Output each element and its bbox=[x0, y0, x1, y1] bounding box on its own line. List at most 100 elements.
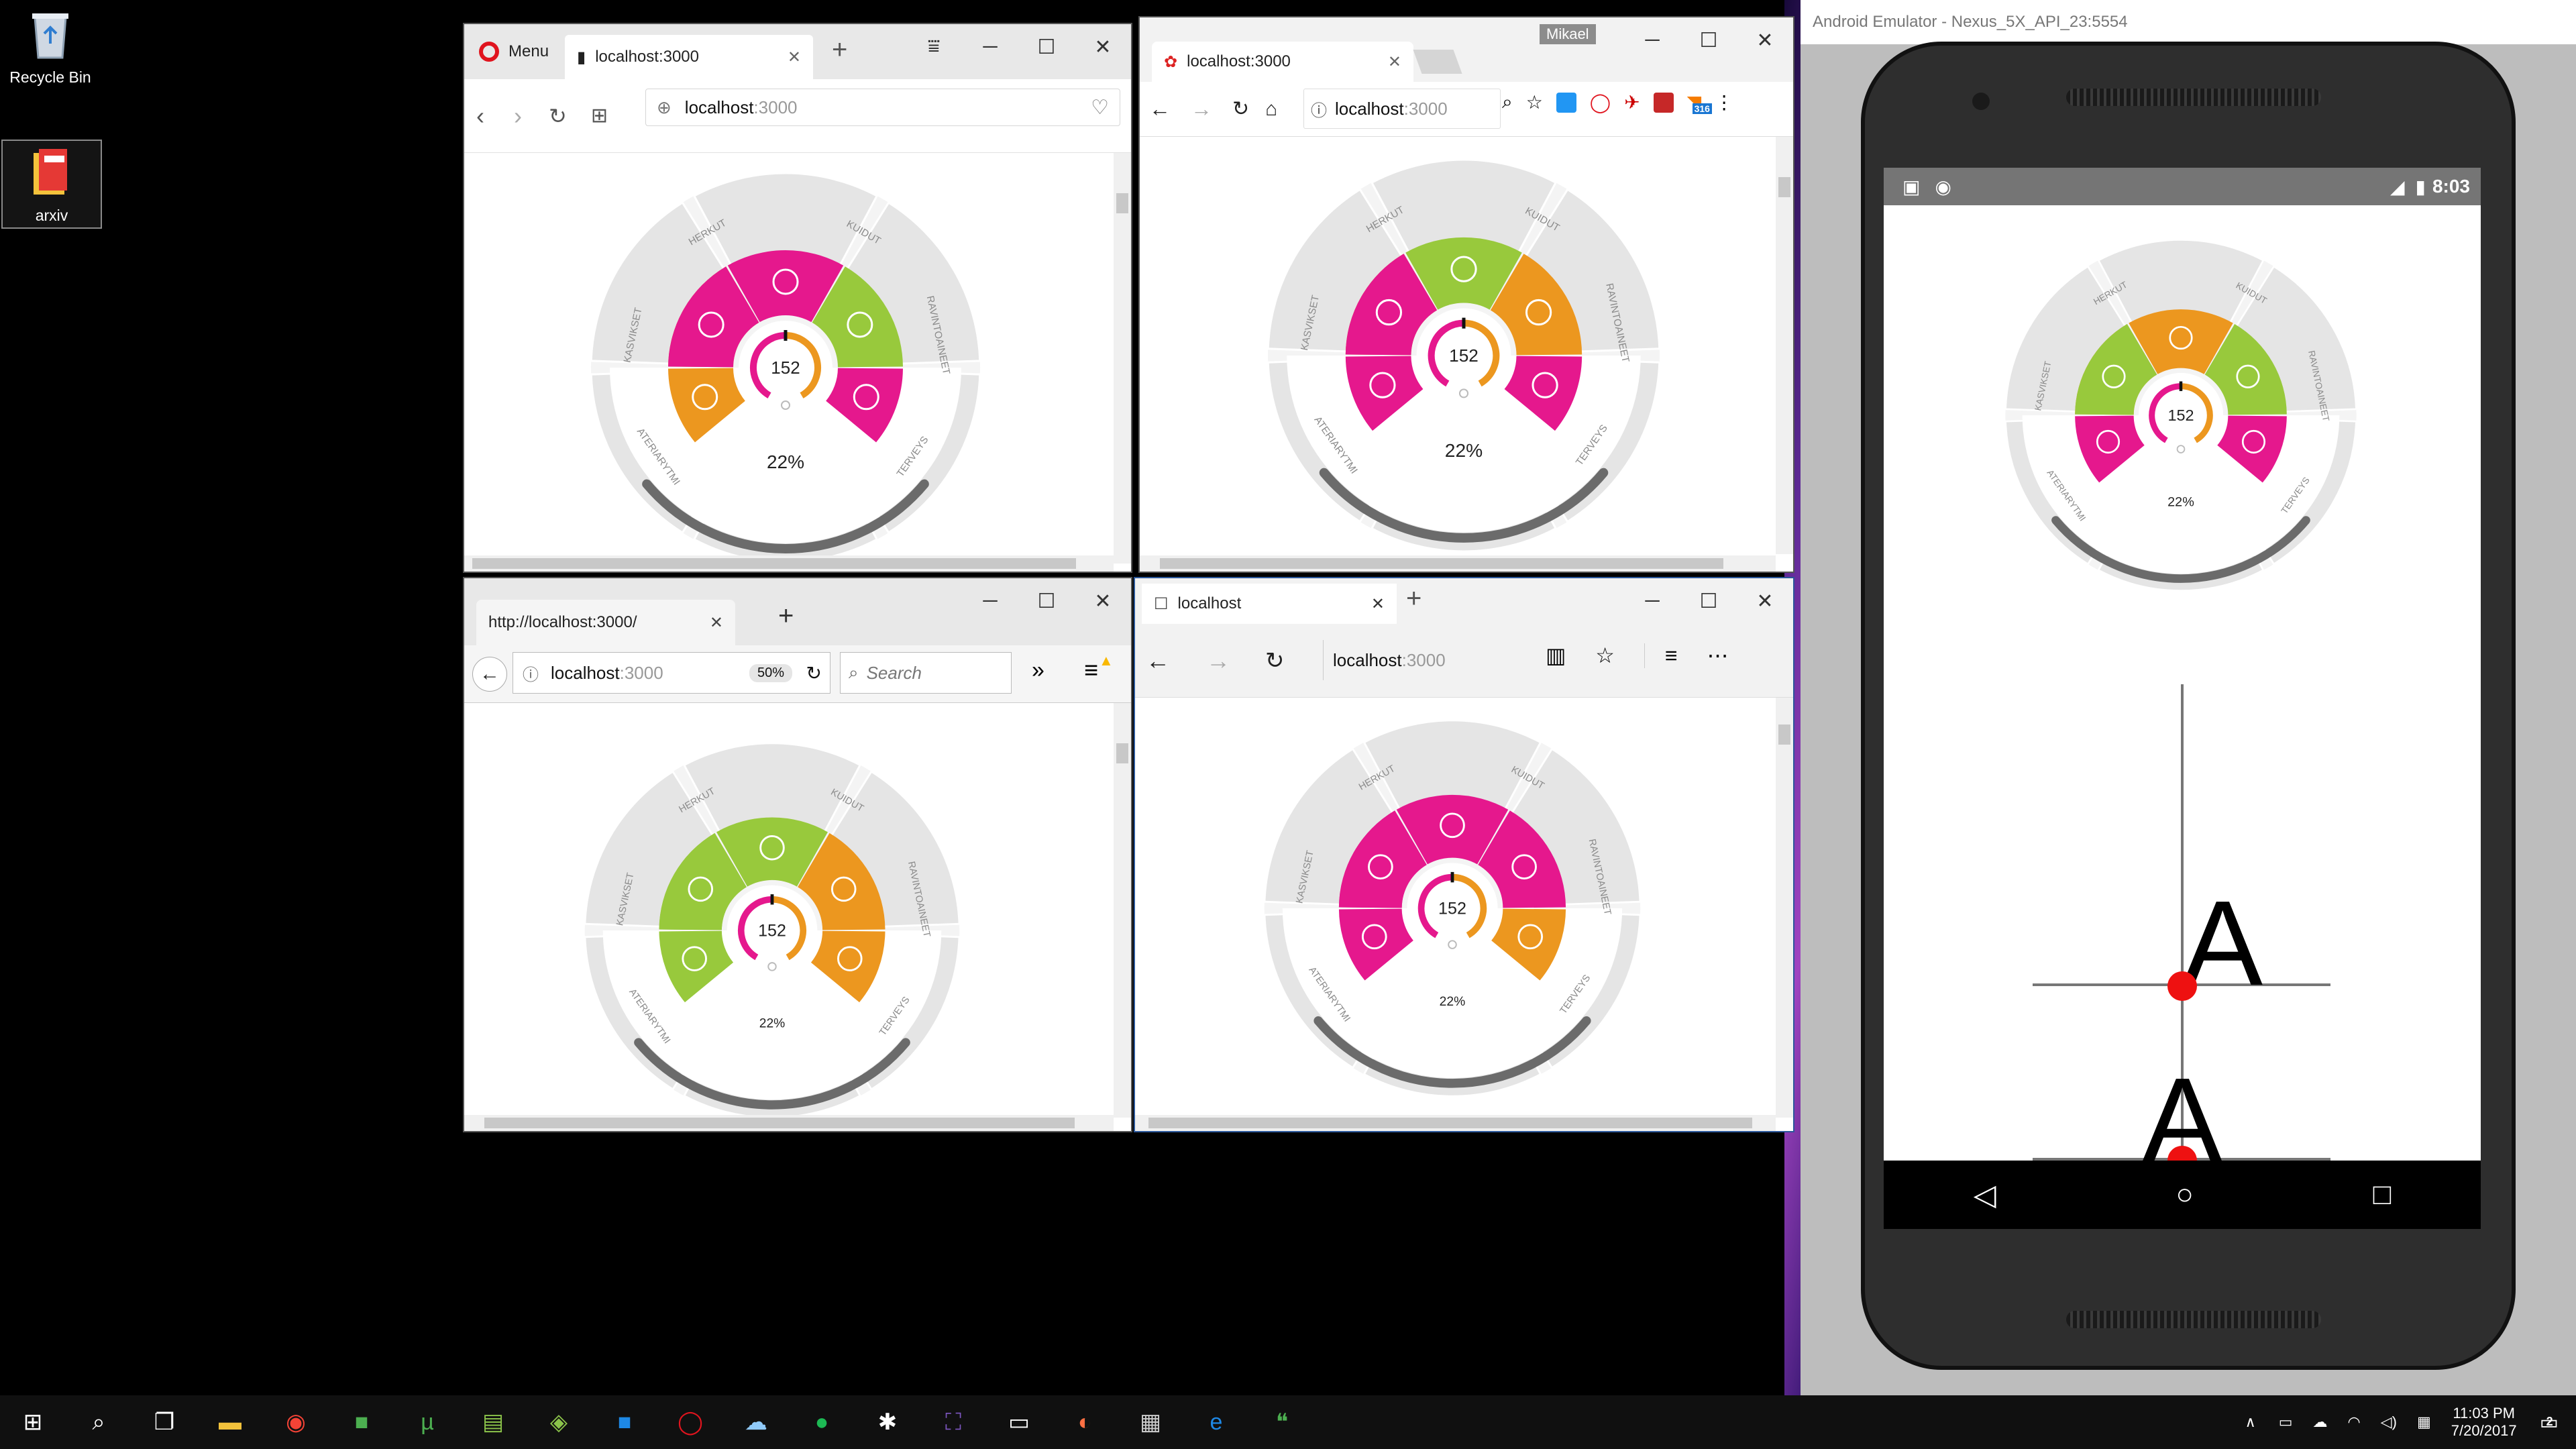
action-center-icon[interactable]: ▭ 2 bbox=[2540, 1411, 2559, 1434]
wifi-icon[interactable]: ◠ bbox=[2348, 1413, 2361, 1431]
android-studio-icon[interactable]: ◈ bbox=[526, 1395, 592, 1449]
back-triangle-icon[interactable]: ◁ bbox=[1974, 1178, 1996, 1212]
zoom-level-badge[interactable]: 50% bbox=[749, 663, 792, 682]
overflow-chevron-icon[interactable]: » bbox=[1032, 657, 1044, 684]
close-tab-icon[interactable]: ✕ bbox=[1371, 594, 1385, 614]
maximize-button[interactable]: ☐ bbox=[1680, 578, 1737, 624]
speed-dial-icon[interactable]: ⊞ bbox=[591, 104, 608, 127]
chrome-icon[interactable]: ◉ bbox=[263, 1395, 329, 1449]
back-icon[interactable]: ‹ bbox=[476, 102, 484, 130]
tray-clock[interactable]: 11:03 PM 7/20/2017 bbox=[2451, 1405, 2517, 1440]
nutrition-wheel[interactable]: HERKUT KUIDUTRAVINTOAINEETTERVEYSATERIARY… bbox=[587, 169, 984, 566]
close-button[interactable]: ✕ bbox=[1737, 578, 1793, 624]
more-actions-icon[interactable]: ⋯ bbox=[1707, 643, 1729, 668]
edge-window[interactable]: ☐ localhost ✕ + ─ ☐ ✕ ← → ↻ localhost:30… bbox=[1134, 577, 1794, 1132]
refresh-icon[interactable]: ↻ bbox=[1265, 647, 1285, 674]
horizontal-scrollbar[interactable] bbox=[464, 1115, 1114, 1131]
firefox-search-box[interactable]: ⌕ Search bbox=[840, 652, 1012, 694]
firefox-window[interactable]: http://localhost:3000/ ✕ + ─ ☐ ✕ ← ⓘ loc… bbox=[463, 577, 1132, 1132]
reload-icon[interactable]: ↻ bbox=[549, 103, 567, 129]
minimize-button[interactable]: ─ bbox=[1624, 578, 1680, 624]
minimize-button[interactable]: ─ bbox=[962, 24, 1018, 70]
close-button[interactable]: ✕ bbox=[1737, 17, 1793, 63]
opera-extension-icon[interactable]: ◯ bbox=[1590, 91, 1611, 113]
new-tab-button[interactable] bbox=[1413, 50, 1462, 74]
vertical-scrollbar[interactable] bbox=[1114, 703, 1131, 1118]
emulator-icon[interactable]: ▦ bbox=[1118, 1395, 1183, 1449]
edge-tab[interactable]: ☐ localhost ✕ bbox=[1142, 584, 1397, 624]
file-explorer-icon[interactable]: ▬ bbox=[197, 1395, 263, 1449]
opera-icon[interactable]: ◯ bbox=[657, 1395, 723, 1449]
edge-address-bar[interactable]: localhost:3000 bbox=[1323, 640, 1524, 680]
utorrent-icon[interactable]: µ bbox=[394, 1395, 460, 1449]
forward-icon[interactable]: → bbox=[1191, 97, 1212, 121]
nutrition-wheel[interactable]: HERKUT KUIDUTRAVINTOAINEETTERVEYSATERIARY… bbox=[581, 739, 963, 1122]
firefox-tab[interactable]: http://localhost:3000/ ✕ bbox=[476, 600, 735, 645]
back-icon[interactable]: ← bbox=[1149, 97, 1171, 121]
webstorm-icon[interactable]: ■ bbox=[329, 1395, 394, 1449]
chrome-tab[interactable]: ✿ localhost:3000 ✕ bbox=[1152, 42, 1413, 82]
new-tab-button[interactable]: + bbox=[1406, 584, 1421, 614]
android-emulator-window[interactable]: Android Emulator - Nexus_5X_API_23:5554 … bbox=[1801, 0, 2576, 1395]
extension-blue-icon[interactable] bbox=[1556, 92, 1576, 113]
nutrition-wheel[interactable]: HERKUT KUIDUTRAVINTOAINEETTERVEYSATERIARY… bbox=[2002, 236, 2360, 594]
favorites-star-icon[interactable]: ☆ bbox=[1595, 643, 1615, 668]
nutrition-wheel[interactable]: HERKUT KUIDUTRAVINTOAINEETTERVEYSATERIARY… bbox=[1260, 716, 1644, 1100]
opera-address-bar[interactable]: ⊕ localhost:3000 ♡ bbox=[645, 89, 1120, 126]
vertical-scrollbar[interactable] bbox=[1776, 698, 1793, 1118]
minimize-button[interactable]: ─ bbox=[962, 578, 1018, 624]
tab-menu-icon[interactable]: ⩸ bbox=[906, 24, 962, 70]
chrome-address-bar[interactable]: ⓘ localhost:3000 bbox=[1303, 89, 1501, 129]
chrome-window[interactable]: ✿ localhost:3000 ✕ Mikael ─ ☐ ✕ ← → ↻ ⌂ … bbox=[1138, 16, 1794, 573]
horizontal-scrollbar[interactable] bbox=[464, 555, 1114, 572]
vertical-scrollbar[interactable] bbox=[1776, 137, 1793, 554]
maximize-button[interactable]: ☐ bbox=[1680, 17, 1737, 63]
close-tab-icon[interactable]: ✕ bbox=[788, 48, 801, 67]
zoom-icon[interactable]: ⌕ bbox=[1502, 91, 1513, 113]
new-tab-button[interactable]: + bbox=[832, 35, 847, 65]
heart-icon[interactable]: ♡ bbox=[1091, 96, 1109, 119]
reload-icon[interactable]: ↻ bbox=[1232, 97, 1249, 121]
hangouts-icon[interactable]: ❝ bbox=[1249, 1395, 1315, 1449]
network-tool-icon[interactable]: ⛶ bbox=[920, 1395, 986, 1449]
home-circle-icon[interactable]: ○ bbox=[2176, 1178, 2194, 1212]
opera-menu-button[interactable]: Menu bbox=[467, 34, 561, 70]
volume-icon[interactable]: ◁) bbox=[2381, 1413, 2397, 1431]
maximize-button[interactable]: ☐ bbox=[1018, 578, 1075, 624]
desktop-icon-folder[interactable]: arxiv bbox=[1, 140, 102, 229]
nutrition-wheel[interactable]: HERKUT KUIDUTRAVINTOAINEETTERVEYSATERIARY… bbox=[1264, 156, 1664, 555]
reload-icon[interactable]: ↻ bbox=[806, 662, 822, 684]
back-icon[interactable]: ← bbox=[1146, 647, 1170, 675]
cloud-app-icon[interactable]: ☁ bbox=[723, 1395, 789, 1449]
forward-icon[interactable]: → bbox=[1206, 647, 1230, 675]
firefox-icon[interactable]: ◐ bbox=[1052, 1395, 1118, 1449]
close-tab-icon[interactable]: ✕ bbox=[1388, 52, 1401, 72]
horizontal-scrollbar[interactable] bbox=[1140, 555, 1776, 572]
spotify-icon[interactable]: ● bbox=[789, 1395, 855, 1449]
desktop-icon-recycle-bin[interactable]: Recycle Bin bbox=[0, 7, 101, 87]
edge-icon[interactable]: e bbox=[1183, 1395, 1249, 1449]
bookmark-star-icon[interactable]: ☆ bbox=[1526, 91, 1543, 113]
hub-icon[interactable]: ≡ bbox=[1644, 643, 1678, 668]
hamburger-menu-icon[interactable]: ≡ ▲ bbox=[1084, 652, 1114, 684]
close-button[interactable]: ✕ bbox=[1075, 24, 1131, 70]
profile-name-badge[interactable]: Mikael bbox=[1540, 24, 1596, 44]
search-icon[interactable]: ⌕ bbox=[66, 1395, 131, 1449]
task-view-icon[interactable]: ❐ bbox=[131, 1395, 197, 1449]
close-tab-icon[interactable]: ✕ bbox=[710, 613, 723, 633]
reading-view-icon[interactable]: ▥ bbox=[1546, 643, 1566, 668]
back-icon[interactable]: ← bbox=[472, 656, 507, 692]
vertical-scrollbar[interactable] bbox=[1114, 153, 1131, 564]
slack-icon[interactable]: ✱ bbox=[855, 1395, 920, 1449]
extension-red-icon[interactable]: ✈ bbox=[1624, 91, 1640, 113]
battery-tray-icon[interactable]: ▭ bbox=[2279, 1413, 2293, 1431]
onedrive-icon[interactable]: ☁ bbox=[2313, 1413, 2328, 1431]
firefox-address-bar[interactable]: ⓘ localhost:3000 50% ↻ bbox=[513, 652, 830, 694]
opera-tab[interactable]: ▮ localhost:3000 ✕ bbox=[565, 35, 813, 79]
recents-square-icon[interactable]: □ bbox=[2373, 1178, 2392, 1212]
home-icon[interactable]: ⌂ bbox=[1265, 98, 1277, 121]
rss-icon[interactable]: ◥ 316 bbox=[1687, 91, 1712, 114]
terminal-icon[interactable]: ▭ bbox=[986, 1395, 1052, 1449]
extension-dark-red-icon[interactable] bbox=[1653, 92, 1674, 113]
chrome-menu-icon[interactable]: ⋮ bbox=[1715, 91, 1733, 113]
